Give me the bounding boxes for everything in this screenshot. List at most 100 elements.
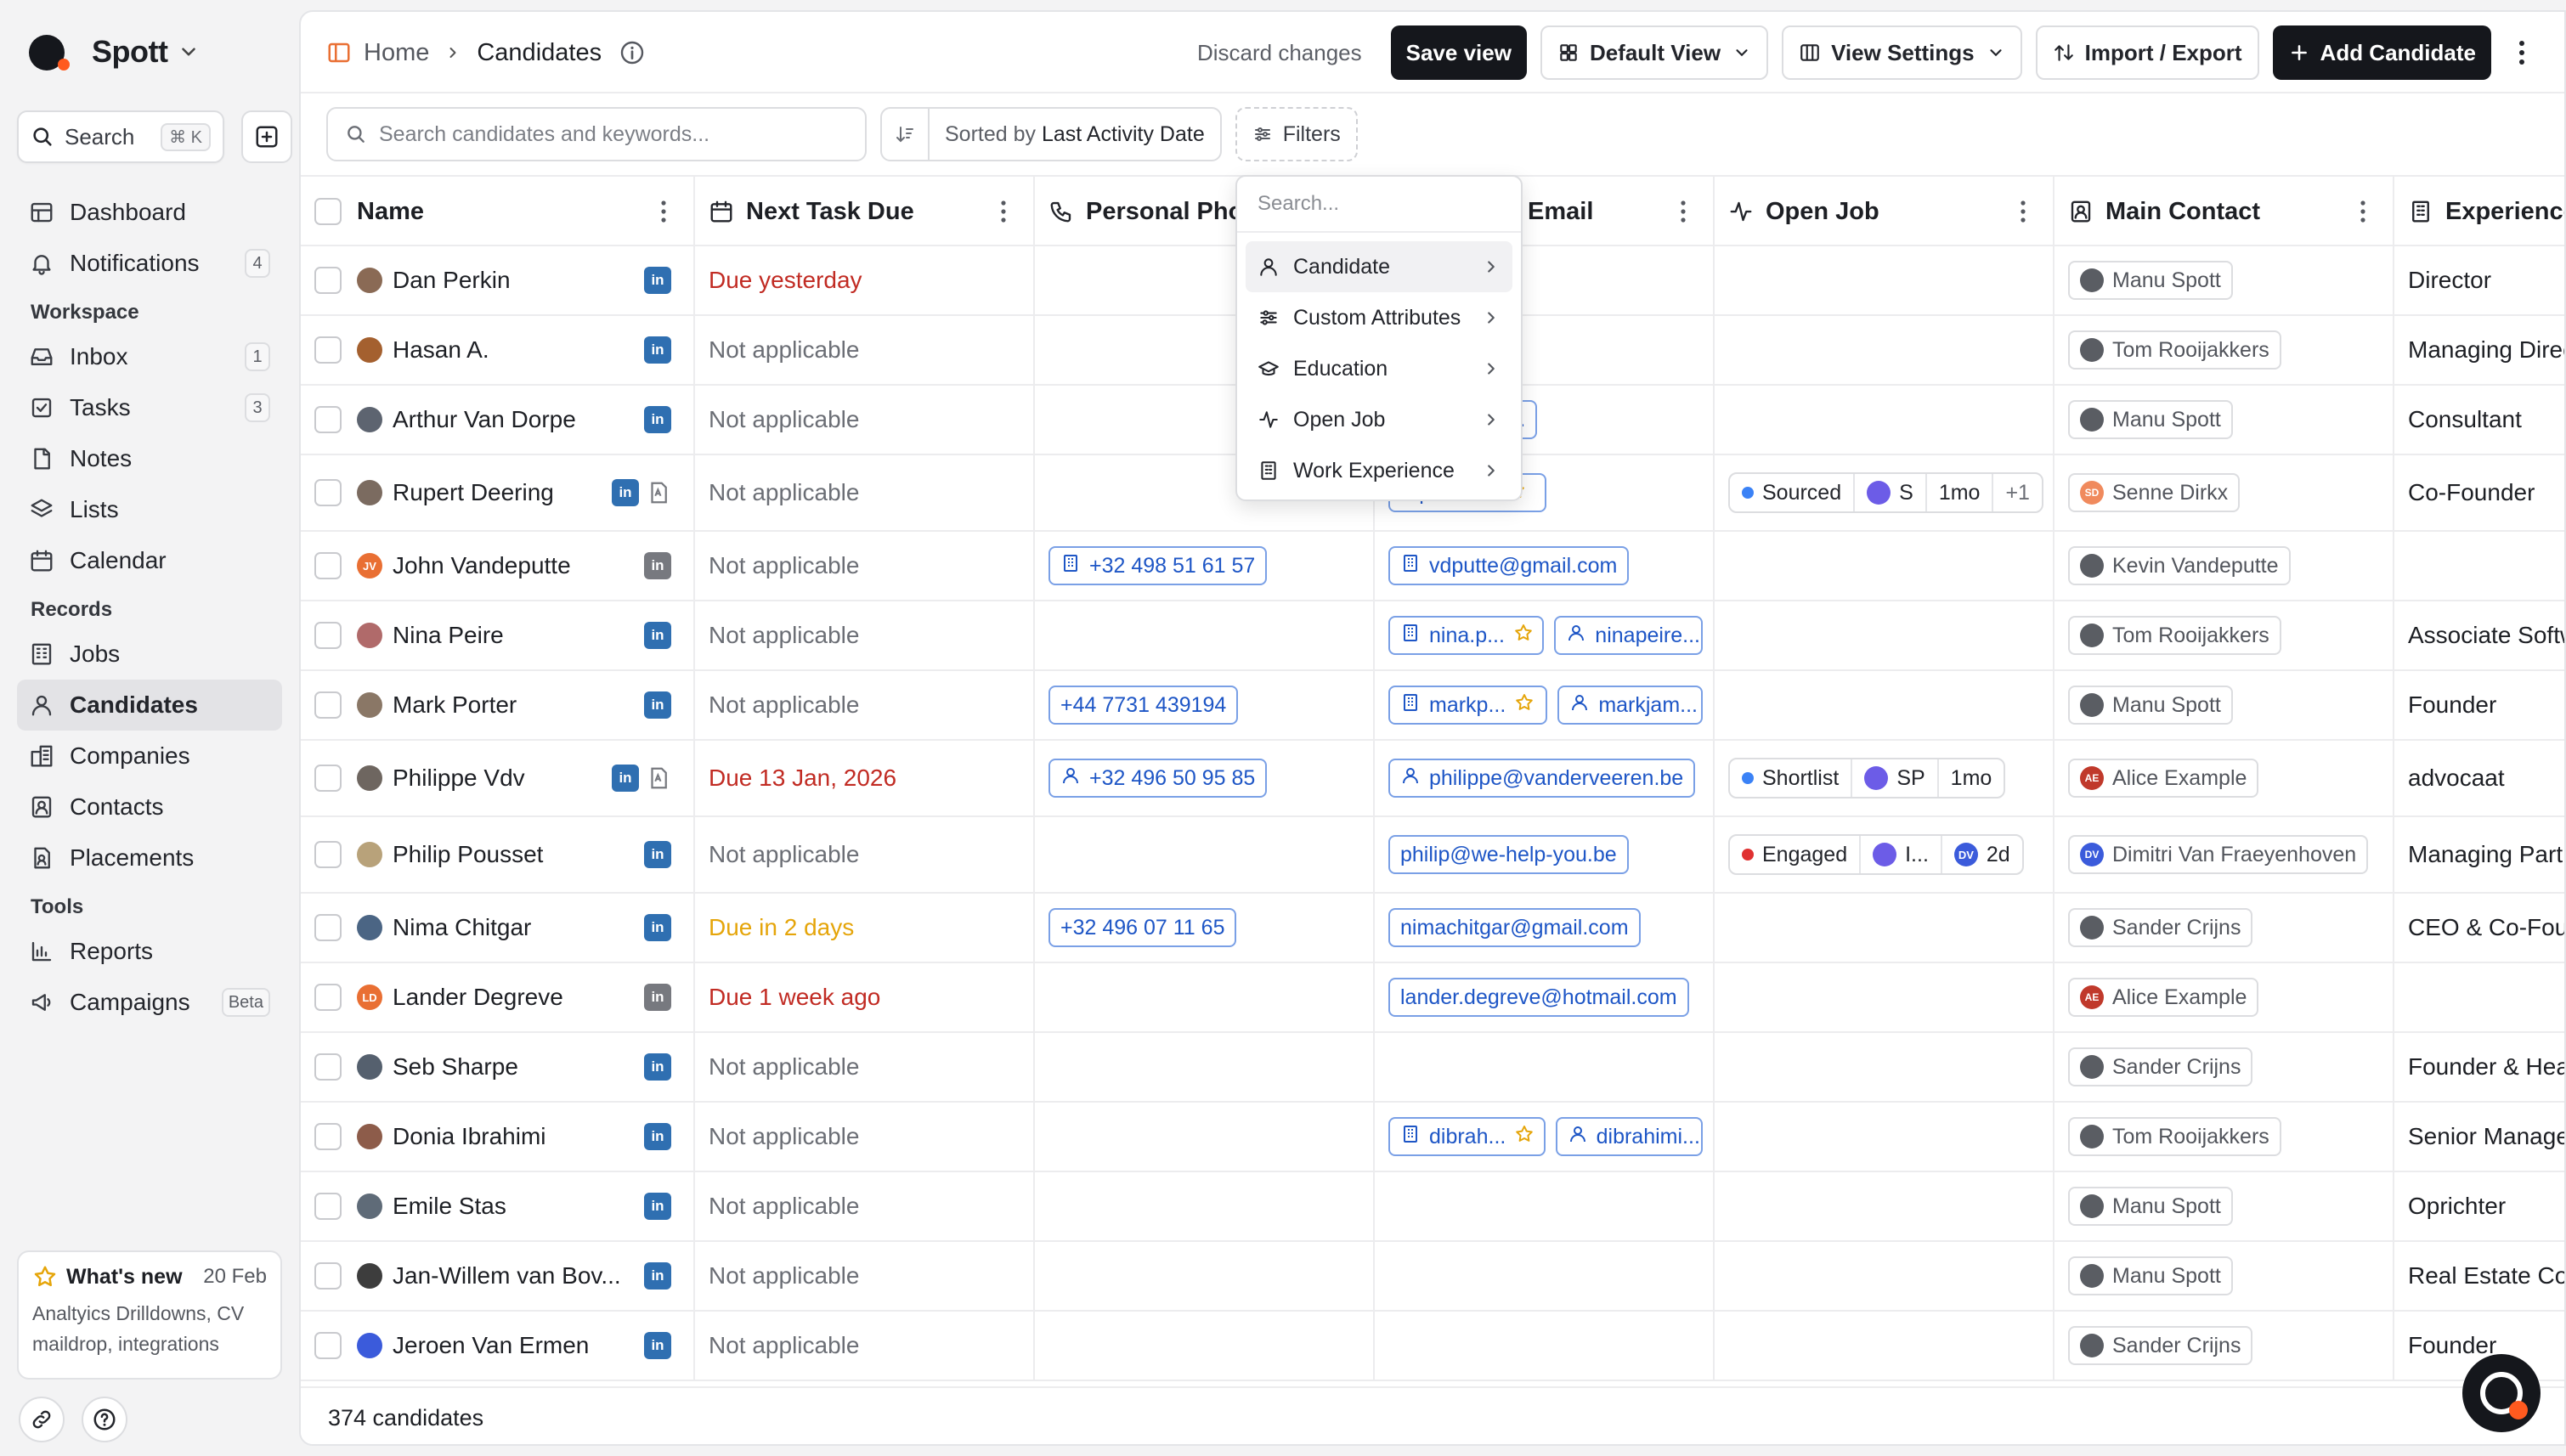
table-row[interactable]: Seb Sharpe in Not applicable Sander Crijn… [301,1033,2564,1103]
next-task-cell[interactable]: Due yesterday [695,246,1035,314]
main-contact-cell[interactable]: Tom Rooijakkers [2054,601,2394,669]
whats-new-card[interactable]: What's new 20 Feb Analtyics Drilldowns, … [17,1250,282,1380]
linkedin-icon[interactable]: in [612,479,639,506]
main-contact-cell[interactable]: Kevin Vandeputte [2054,532,2394,600]
filter-menu-item-work-experience[interactable]: Work Experience [1246,445,1512,496]
main-contact-cell[interactable]: Sander Crijns [2054,1033,2394,1101]
name-cell[interactable]: Rupert Deering in [301,455,695,530]
main-contact-cell[interactable]: Manu Spott [2054,386,2394,454]
table-row[interactable]: Mark Porter in Not applicable +44 7731 43… [301,671,2564,741]
row-checkbox[interactable] [314,841,342,868]
experience-cell[interactable]: Oprichter [2394,1172,2564,1240]
main-contact-chip[interactable]: Tom Rooijakkers [2068,1117,2281,1156]
email-cell[interactable] [1375,1033,1715,1101]
column-header-name[interactable]: Name [301,177,695,246]
experience-cell[interactable]: Associate Software [2394,601,2564,669]
sidebar-item-tasks[interactable]: Tasks 3 [17,382,282,433]
experience-cell[interactable]: Founder & Head [2394,1033,2564,1101]
next-task-cell[interactable]: Not applicable [695,1172,1035,1240]
sidebar-search[interactable]: Search ⌘ K [17,110,224,163]
next-task-cell[interactable]: Not applicable [695,455,1035,530]
main-contact-chip[interactable]: Tom Rooijakkers [2068,330,2281,370]
candidate-name[interactable]: Arthur Van Dorpe [393,406,644,433]
next-task-cell[interactable]: Not applicable [695,1033,1035,1101]
email-chip[interactable]: markp... [1388,686,1548,725]
name-cell[interactable]: Arthur Van Dorpe in [301,386,695,454]
name-cell[interactable]: Donia Ibrahimi in [301,1103,695,1171]
email-cell[interactable] [1375,1172,1715,1240]
phone-cell[interactable]: +44 7731 439194 [1035,671,1375,739]
linkedin-icon[interactable]: in [644,1332,671,1359]
next-task-cell[interactable]: Not applicable [695,1312,1035,1380]
open-job-cell[interactable] [1715,246,2054,314]
name-cell[interactable]: Nima Chitgar in [301,894,695,962]
open-job-cell[interactable] [1715,386,2054,454]
linkedin-icon[interactable]: in [644,552,671,579]
sort-control[interactable]: Sorted by Last Activity Date [880,107,1222,161]
main-contact-cell[interactable]: Manu Spott [2054,671,2394,739]
sidebar-toggle-icon[interactable] [326,40,352,65]
table-row[interactable]: Donia Ibrahimi in Not applicable dibrah..… [301,1103,2564,1172]
candidate-name[interactable]: Lander Degreve [393,984,644,1011]
main-contact-chip[interactable]: Manu Spott [2068,686,2233,725]
phone-chip[interactable]: +32 496 07 11 65 [1048,908,1237,947]
main-contact-cell[interactable]: AE Alice Example [2054,963,2394,1031]
copy-link-button[interactable] [19,1397,65,1442]
open-job-cell[interactable] [1715,316,2054,384]
linkedin-icon[interactable]: in [644,1123,671,1150]
email-cell[interactable]: philippe@vanderveeren.be [1375,741,1715,815]
name-cell[interactable]: Dan Perkin in [301,246,695,314]
open-job-pipeline[interactable]: Engaged I... DV 2d [1728,834,2024,875]
main-contact-chip[interactable]: Kevin Vandeputte [2068,546,2291,585]
column-header-next-task-due[interactable]: Next Task Due [695,177,1035,246]
main-contact-cell[interactable]: Tom Rooijakkers [2054,316,2394,384]
new-item-button[interactable] [241,110,292,163]
sidebar-item-contacts[interactable]: Contacts [17,782,282,832]
phone-cell[interactable] [1035,1312,1375,1380]
email-cell[interactable] [1375,1242,1715,1310]
row-checkbox[interactable] [314,1332,342,1359]
email-chip[interactable]: ninapeire... [1554,616,1703,655]
email-cell[interactable]: lander.degreve@hotmail.com [1375,963,1715,1031]
linkedin-icon[interactable]: in [644,914,671,941]
candidate-name[interactable]: Jeroen Van Ermen [393,1332,644,1359]
import-export-button[interactable]: Import / Export [2035,25,2259,80]
linkedin-icon[interactable]: in [644,622,671,649]
sidebar-item-placements[interactable]: Placements [17,832,282,883]
sidebar-item-calendar[interactable]: Calendar [17,535,282,586]
candidate-name[interactable]: Jan-Willem van Bov... [393,1262,644,1290]
main-contact-chip[interactable]: Manu Spott [2068,1187,2233,1226]
info-icon[interactable] [619,39,646,66]
row-checkbox[interactable] [314,406,342,433]
experience-cell[interactable]: advocaat [2394,741,2564,815]
column-menu-icon[interactable] [2010,199,2036,224]
email-cell[interactable]: markp... markjam... [1375,671,1715,739]
main-contact-chip[interactable]: Sander Crijns [2068,1047,2253,1086]
name-cell[interactable]: Jeroen Van Ermen in [301,1312,695,1380]
row-checkbox[interactable] [314,336,342,364]
email-chip[interactable]: philip@we-help-you.be [1388,835,1629,874]
candidate-name[interactable]: Hasan A. [393,336,644,364]
email-chip[interactable]: nimachitgar@gmail.com [1388,908,1641,947]
phone-cell[interactable]: +32 496 50 95 85 [1035,741,1375,815]
row-checkbox[interactable] [314,1053,342,1081]
sidebar-item-inbox[interactable]: Inbox 1 [17,331,282,382]
column-menu-icon[interactable] [991,199,1016,224]
filter-menu-item-education[interactable]: Education [1246,343,1512,394]
select-all-checkbox[interactable] [314,198,342,225]
table-row[interactable]: Philippe Vdv in Due 13 Jan, 2026 +32 496 … [301,741,2564,817]
name-cell[interactable]: Jan-Willem van Bov... in [301,1242,695,1310]
open-job-cell[interactable] [1715,963,2054,1031]
linkedin-icon[interactable]: in [644,336,671,364]
email-chip[interactable]: nina.p... [1388,616,1545,655]
candidate-name[interactable]: Seb Sharpe [393,1053,644,1081]
column-menu-icon[interactable] [1670,199,1696,224]
row-checkbox[interactable] [314,622,342,649]
sidebar-item-companies[interactable]: Companies [17,731,282,782]
main-contact-chip[interactable]: Sander Crijns [2068,1326,2253,1365]
row-checkbox[interactable] [314,914,342,941]
email-chip[interactable]: vdputte@gmail.com [1388,546,1630,585]
next-task-cell[interactable]: Not applicable [695,532,1035,600]
sidebar-item-dashboard[interactable]: Dashboard [17,187,282,238]
main-contact-cell[interactable]: Manu Spott [2054,1242,2394,1310]
